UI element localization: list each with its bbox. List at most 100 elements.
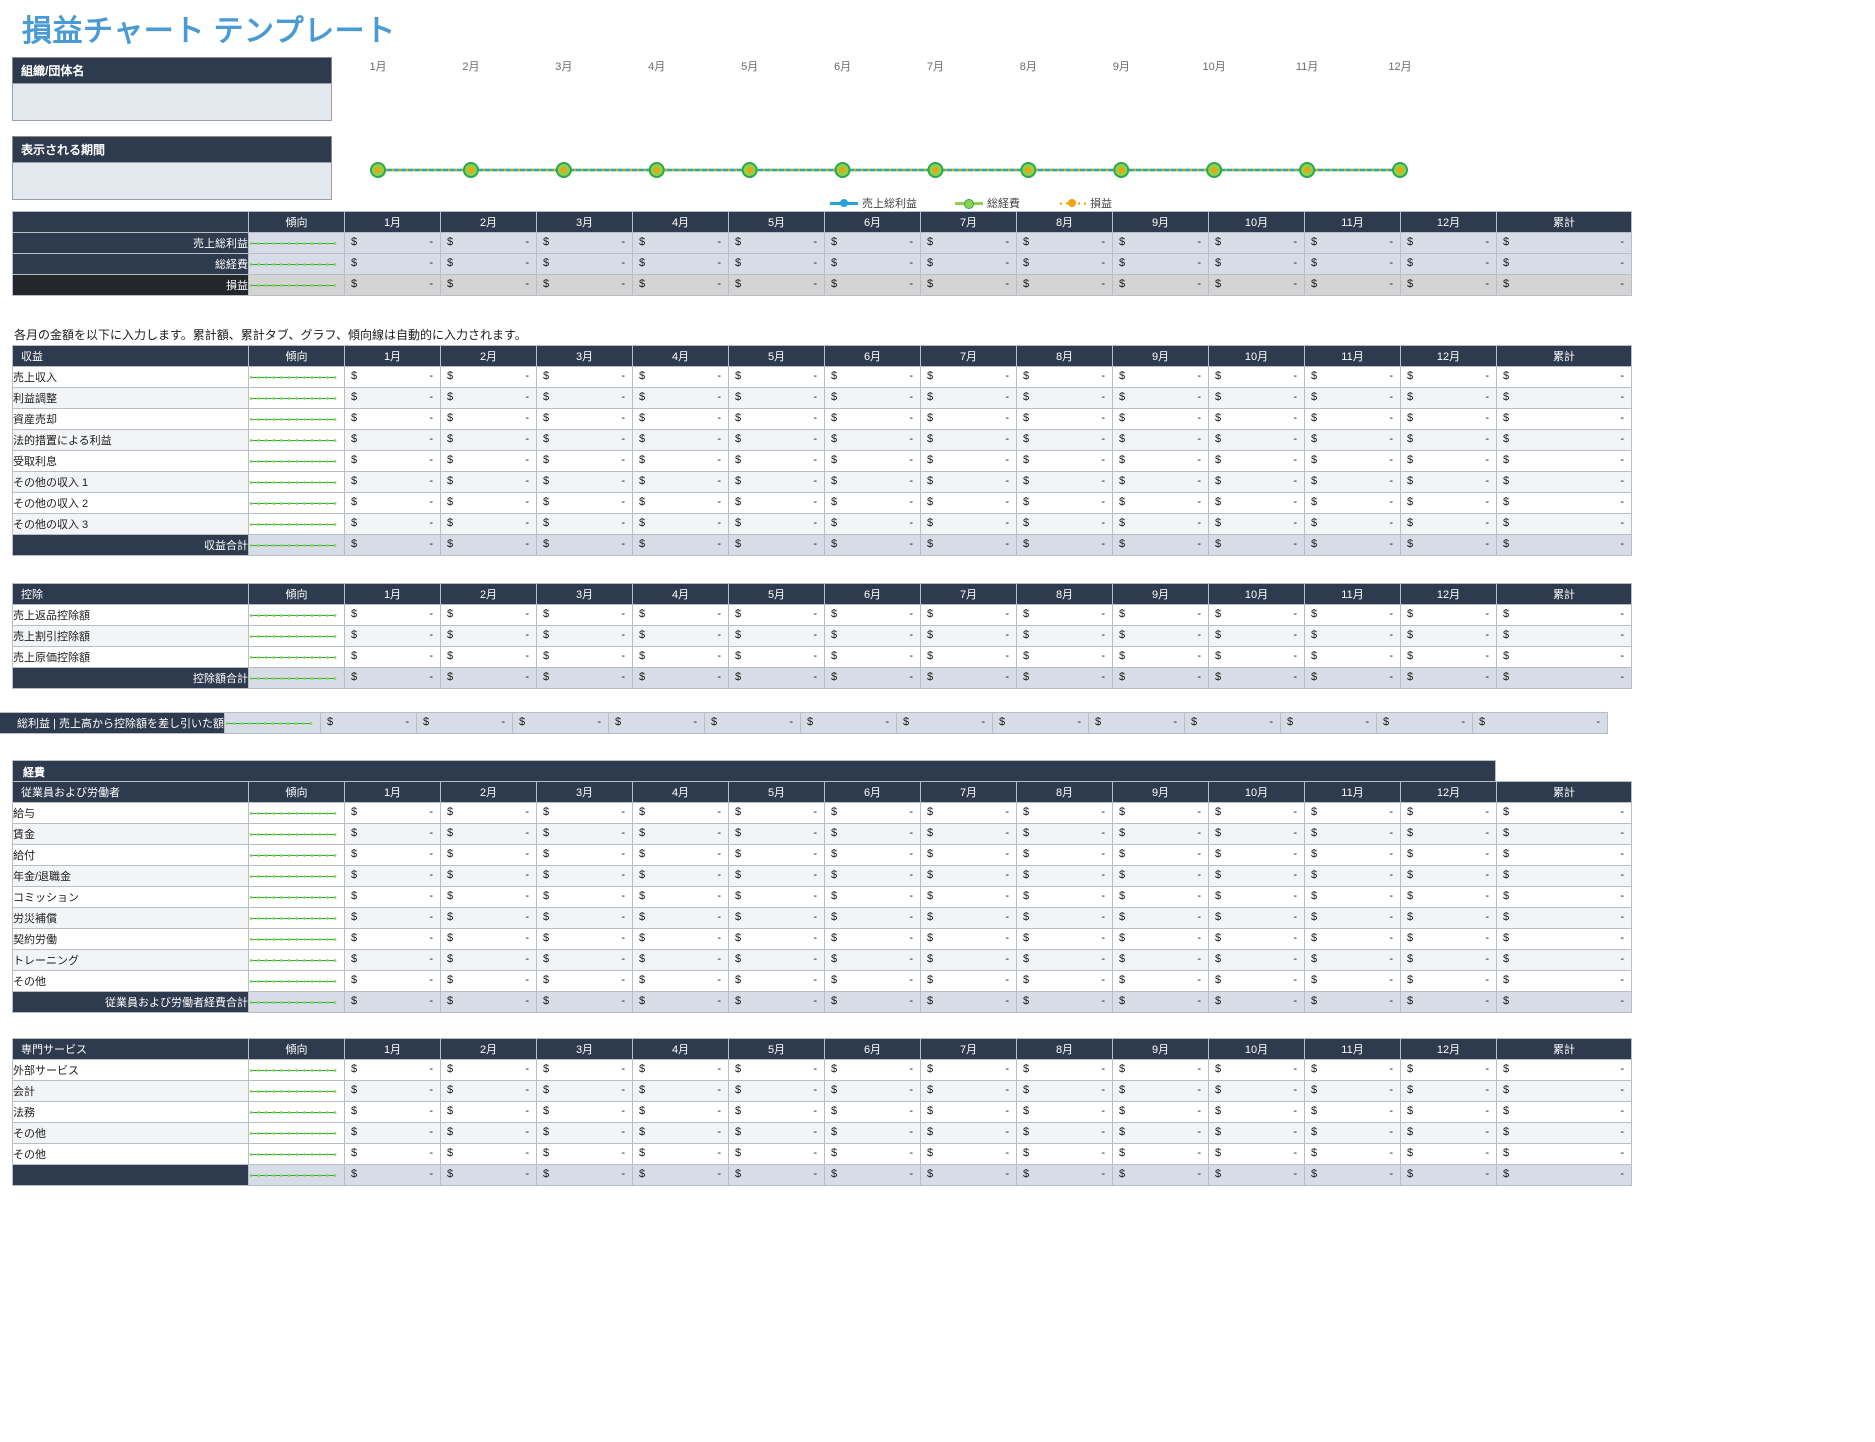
amount-cell[interactable]: $ - bbox=[920, 1122, 1017, 1144]
amount-cell[interactable]: $ - bbox=[1112, 991, 1209, 1013]
amount-cell[interactable]: $ - bbox=[536, 886, 633, 908]
amount-cell[interactable]: $ - bbox=[632, 1143, 729, 1165]
amount-cell[interactable]: $ - bbox=[824, 625, 921, 647]
amount-cell[interactable]: $ - bbox=[440, 1101, 537, 1123]
amount-cell[interactable]: $ - bbox=[536, 408, 633, 430]
amount-cell[interactable]: $ - bbox=[824, 1059, 921, 1081]
amount-cell[interactable]: $ - bbox=[536, 471, 633, 493]
amount-cell[interactable]: $ - bbox=[440, 1143, 537, 1165]
amount-cell[interactable]: $ - bbox=[728, 232, 825, 254]
amount-cell[interactable]: $ - bbox=[1016, 1080, 1113, 1102]
amount-cell[interactable]: $ - bbox=[1496, 1122, 1632, 1144]
amount-cell[interactable]: $ - bbox=[440, 823, 537, 845]
amount-cell[interactable]: $ - bbox=[1208, 802, 1305, 824]
amount-cell[interactable]: $ - bbox=[920, 408, 1017, 430]
amount-cell[interactable]: $ - bbox=[1400, 1122, 1497, 1144]
amount-cell[interactable]: $ - bbox=[800, 712, 897, 734]
amount-cell[interactable]: $ - bbox=[536, 907, 633, 929]
amount-cell[interactable]: $ - bbox=[728, 823, 825, 845]
amount-cell[interactable]: $ - bbox=[1112, 1143, 1209, 1165]
amount-cell[interactable]: $ - bbox=[440, 865, 537, 887]
amount-cell[interactable]: $ - bbox=[440, 646, 537, 668]
amount-cell[interactable]: $ - bbox=[1016, 366, 1113, 388]
amount-cell[interactable]: $ - bbox=[440, 1122, 537, 1144]
amount-cell[interactable]: $ - bbox=[1496, 232, 1632, 254]
amount-cell[interactable]: $ - bbox=[440, 907, 537, 929]
amount-cell[interactable]: $ - bbox=[1016, 907, 1113, 929]
amount-cell[interactable]: $ - bbox=[536, 949, 633, 971]
amount-cell[interactable]: $ - bbox=[344, 274, 441, 296]
amount-cell[interactable]: $ - bbox=[1496, 1059, 1632, 1081]
amount-cell[interactable]: $ - bbox=[344, 1143, 441, 1165]
amount-cell[interactable]: $ - bbox=[920, 646, 1017, 668]
amount-cell[interactable]: $ - bbox=[920, 991, 1017, 1013]
amount-cell[interactable]: $ - bbox=[440, 429, 537, 451]
amount-cell[interactable]: $ - bbox=[344, 534, 441, 556]
amount-cell[interactable]: $ - bbox=[824, 232, 921, 254]
amount-cell[interactable]: $ - bbox=[1400, 513, 1497, 535]
amount-cell[interactable]: $ - bbox=[1400, 907, 1497, 929]
amount-cell[interactable]: $ - bbox=[632, 604, 729, 626]
amount-cell[interactable]: $ - bbox=[728, 625, 825, 647]
amount-cell[interactable]: $ - bbox=[536, 366, 633, 388]
amount-cell[interactable]: $ - bbox=[344, 802, 441, 824]
amount-cell[interactable]: $ - bbox=[344, 625, 441, 647]
amount-cell[interactable]: $ - bbox=[1016, 928, 1113, 950]
amount-cell[interactable]: $ - bbox=[1016, 667, 1113, 689]
amount-cell[interactable]: $ - bbox=[1016, 949, 1113, 971]
amount-cell[interactable]: $ - bbox=[1496, 1080, 1632, 1102]
amount-cell[interactable]: $ - bbox=[1112, 970, 1209, 992]
amount-cell[interactable]: $ - bbox=[1304, 429, 1401, 451]
amount-cell[interactable]: $ - bbox=[1016, 1122, 1113, 1144]
amount-cell[interactable]: $ - bbox=[632, 1059, 729, 1081]
amount-cell[interactable]: $ - bbox=[1112, 865, 1209, 887]
amount-cell[interactable]: $ - bbox=[824, 907, 921, 929]
amount-cell[interactable]: $ - bbox=[632, 886, 729, 908]
amount-cell[interactable]: $ - bbox=[632, 1164, 729, 1186]
amount-cell[interactable]: $ - bbox=[1304, 253, 1401, 275]
amount-cell[interactable]: $ - bbox=[344, 1059, 441, 1081]
amount-cell[interactable]: $ - bbox=[440, 802, 537, 824]
amount-cell[interactable]: $ - bbox=[1400, 625, 1497, 647]
amount-cell[interactable]: $ - bbox=[1208, 429, 1305, 451]
amount-cell[interactable]: $ - bbox=[920, 844, 1017, 866]
amount-cell[interactable]: $ - bbox=[632, 471, 729, 493]
amount-cell[interactable]: $ - bbox=[344, 604, 441, 626]
amount-cell[interactable]: $ - bbox=[536, 970, 633, 992]
amount-cell[interactable]: $ - bbox=[1112, 534, 1209, 556]
amount-cell[interactable]: $ - bbox=[344, 513, 441, 535]
amount-cell[interactable]: $ - bbox=[1496, 1101, 1632, 1123]
amount-cell[interactable]: $ - bbox=[728, 802, 825, 824]
amount-cell[interactable]: $ - bbox=[1496, 1143, 1632, 1165]
amount-cell[interactable]: $ - bbox=[824, 1101, 921, 1123]
amount-cell[interactable]: $ - bbox=[1016, 646, 1113, 668]
amount-cell[interactable]: $ - bbox=[1304, 907, 1401, 929]
amount-cell[interactable]: $ - bbox=[1496, 513, 1632, 535]
amount-cell[interactable]: $ - bbox=[920, 253, 1017, 275]
amount-cell[interactable]: $ - bbox=[1280, 712, 1377, 734]
amount-cell[interactable]: $ - bbox=[1208, 949, 1305, 971]
amount-cell[interactable]: $ - bbox=[1496, 429, 1632, 451]
amount-cell[interactable]: $ - bbox=[1496, 274, 1632, 296]
amount-cell[interactable]: $ - bbox=[632, 907, 729, 929]
amount-cell[interactable]: $ - bbox=[1304, 492, 1401, 514]
amount-cell[interactable]: $ - bbox=[440, 253, 537, 275]
amount-cell[interactable]: $ - bbox=[728, 667, 825, 689]
amount-cell[interactable]: $ - bbox=[536, 1101, 633, 1123]
amount-cell[interactable]: $ - bbox=[1400, 970, 1497, 992]
amount-cell[interactable]: $ - bbox=[632, 274, 729, 296]
amount-cell[interactable]: $ - bbox=[344, 928, 441, 950]
amount-cell[interactable]: $ - bbox=[824, 865, 921, 887]
amount-cell[interactable]: $ - bbox=[824, 1143, 921, 1165]
amount-cell[interactable]: $ - bbox=[1304, 970, 1401, 992]
amount-cell[interactable]: $ - bbox=[440, 450, 537, 472]
amount-cell[interactable]: $ - bbox=[1496, 253, 1632, 275]
amount-cell[interactable]: $ - bbox=[1112, 625, 1209, 647]
amount-cell[interactable]: $ - bbox=[920, 471, 1017, 493]
amount-cell[interactable]: $ - bbox=[440, 513, 537, 535]
amount-cell[interactable]: $ - bbox=[728, 1143, 825, 1165]
amount-cell[interactable]: $ - bbox=[536, 492, 633, 514]
amount-cell[interactable]: $ - bbox=[920, 534, 1017, 556]
amount-cell[interactable]: $ - bbox=[1304, 1143, 1401, 1165]
amount-cell[interactable]: $ - bbox=[1400, 429, 1497, 451]
